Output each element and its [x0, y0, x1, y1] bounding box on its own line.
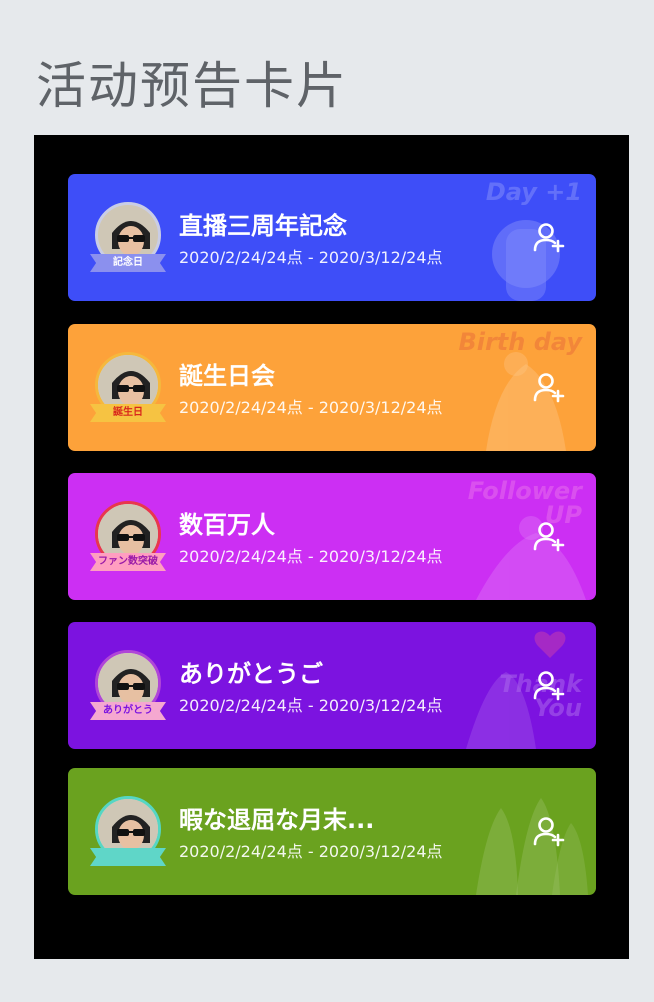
badge-ribbon: 誕生日 [90, 404, 166, 422]
user-plus-icon [533, 223, 565, 253]
event-card[interactable]: Day +1 記念日 直播三周年記念 2020/2/24/24点 - 2020/… [68, 174, 596, 301]
badge-ribbon: ファン数突破 [90, 553, 166, 571]
card-dates: 2020/2/24/24点 - 2020/3/12/24点 [179, 842, 443, 861]
deco-text: Day +1 [485, 178, 582, 206]
deco-text: Birth day [458, 328, 582, 356]
follow-button[interactable] [532, 220, 566, 254]
user-plus-icon [533, 522, 565, 552]
avatar: 誕生日 [90, 352, 166, 432]
badge-ribbon: 記念日 [90, 254, 166, 272]
card-title: 誕生日会 [179, 362, 275, 390]
card-title: 暇な退屈な月末... [179, 806, 375, 834]
avatar [90, 796, 166, 876]
deco-illustration: Follower UP [456, 473, 596, 600]
card-title: ありがとうご [179, 660, 323, 688]
card-dates: 2020/2/24/24点 - 2020/3/12/24点 [179, 547, 443, 566]
follow-button[interactable] [532, 370, 566, 404]
follow-button[interactable] [532, 668, 566, 702]
card-dates: 2020/2/24/24点 - 2020/3/12/24点 [179, 696, 443, 715]
avatar: ありがとう [90, 650, 166, 730]
follow-button[interactable] [532, 814, 566, 848]
event-card[interactable]: Thank You ありがとう ありがとうご 2020/2/24/24点 - 2… [68, 622, 596, 749]
deco-illustration: Day +1 [456, 174, 596, 301]
card-dates: 2020/2/24/24点 - 2020/3/12/24点 [179, 398, 443, 417]
user-plus-icon [533, 817, 565, 847]
cards-panel: Day +1 記念日 直播三周年記念 2020/2/24/24点 - 2020/… [34, 135, 629, 959]
deco-illustration: Thank You [456, 622, 596, 749]
deco-illustration [456, 768, 596, 895]
badge-ribbon [90, 848, 166, 866]
avatar: ファン数突破 [90, 501, 166, 581]
user-plus-icon [533, 373, 565, 403]
badge-ribbon: ありがとう [90, 702, 166, 720]
event-card[interactable]: Follower UP ファン数突破 数百万人 2020/2/24/24点 - … [68, 473, 596, 600]
avatar: 記念日 [90, 202, 166, 282]
event-card[interactable]: Birth day 誕生日 誕生日会 2020/2/24/24点 - 2020/… [68, 324, 596, 451]
card-title: 数百万人 [179, 511, 275, 539]
user-plus-icon [533, 671, 565, 701]
card-dates: 2020/2/24/24点 - 2020/3/12/24点 [179, 248, 443, 267]
card-title: 直播三周年記念 [179, 212, 347, 240]
page-title: 活动预告卡片 [36, 57, 348, 115]
event-card[interactable]: 暇な退屈な月末... 2020/2/24/24点 - 2020/3/12/24点 [68, 768, 596, 895]
deco-illustration: Birth day [456, 324, 596, 451]
follow-button[interactable] [532, 519, 566, 553]
